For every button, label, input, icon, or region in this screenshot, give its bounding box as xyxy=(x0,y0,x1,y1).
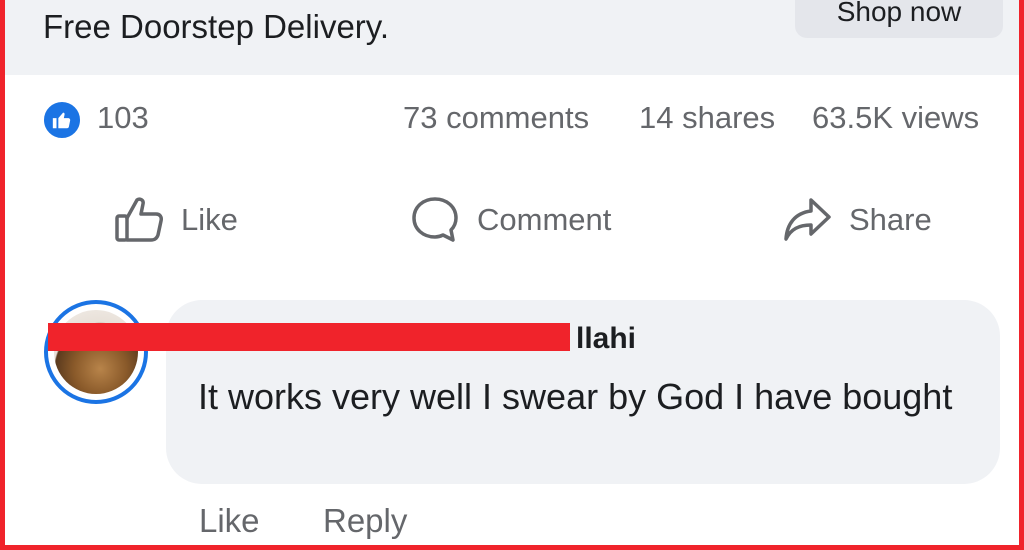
share-label: Share xyxy=(849,202,932,237)
share-button[interactable]: Share xyxy=(781,190,932,250)
comments-count[interactable]: 73 comments xyxy=(403,100,589,136)
post-stats: 103 73 comments 14 shares 63.5K views xyxy=(5,98,1019,142)
ad-footer: Free Doorstep Delivery. Shop now xyxy=(5,0,1019,75)
comment-label: Comment xyxy=(477,202,612,237)
shop-now-button[interactable]: Shop now xyxy=(795,0,1003,38)
ad-headline: Free Doorstep Delivery. xyxy=(43,8,390,45)
comment-reply-button[interactable]: Reply xyxy=(323,502,407,540)
thumbs-up-badge-icon xyxy=(42,100,82,140)
like-label: Like xyxy=(181,202,238,237)
reaction-count[interactable]: 103 xyxy=(97,100,149,136)
comment-author[interactable]: llahi xyxy=(576,322,636,356)
views-count: 63.5K views xyxy=(812,100,980,135)
comment-text: It works very well I swear by God I have… xyxy=(198,376,953,417)
shares-count[interactable]: 14 shares xyxy=(639,100,775,136)
share-icon xyxy=(781,194,833,246)
commenter-avatar[interactable] xyxy=(44,300,148,404)
comment-like-button[interactable]: Like xyxy=(199,502,260,540)
redaction-bar xyxy=(48,323,570,351)
comment-button[interactable]: Comment xyxy=(409,190,611,250)
like-button[interactable]: Like xyxy=(113,190,238,250)
post-action-bar: Like Comment Share xyxy=(5,190,1019,250)
thumbs-up-icon xyxy=(113,194,165,246)
comment-icon xyxy=(409,194,461,246)
